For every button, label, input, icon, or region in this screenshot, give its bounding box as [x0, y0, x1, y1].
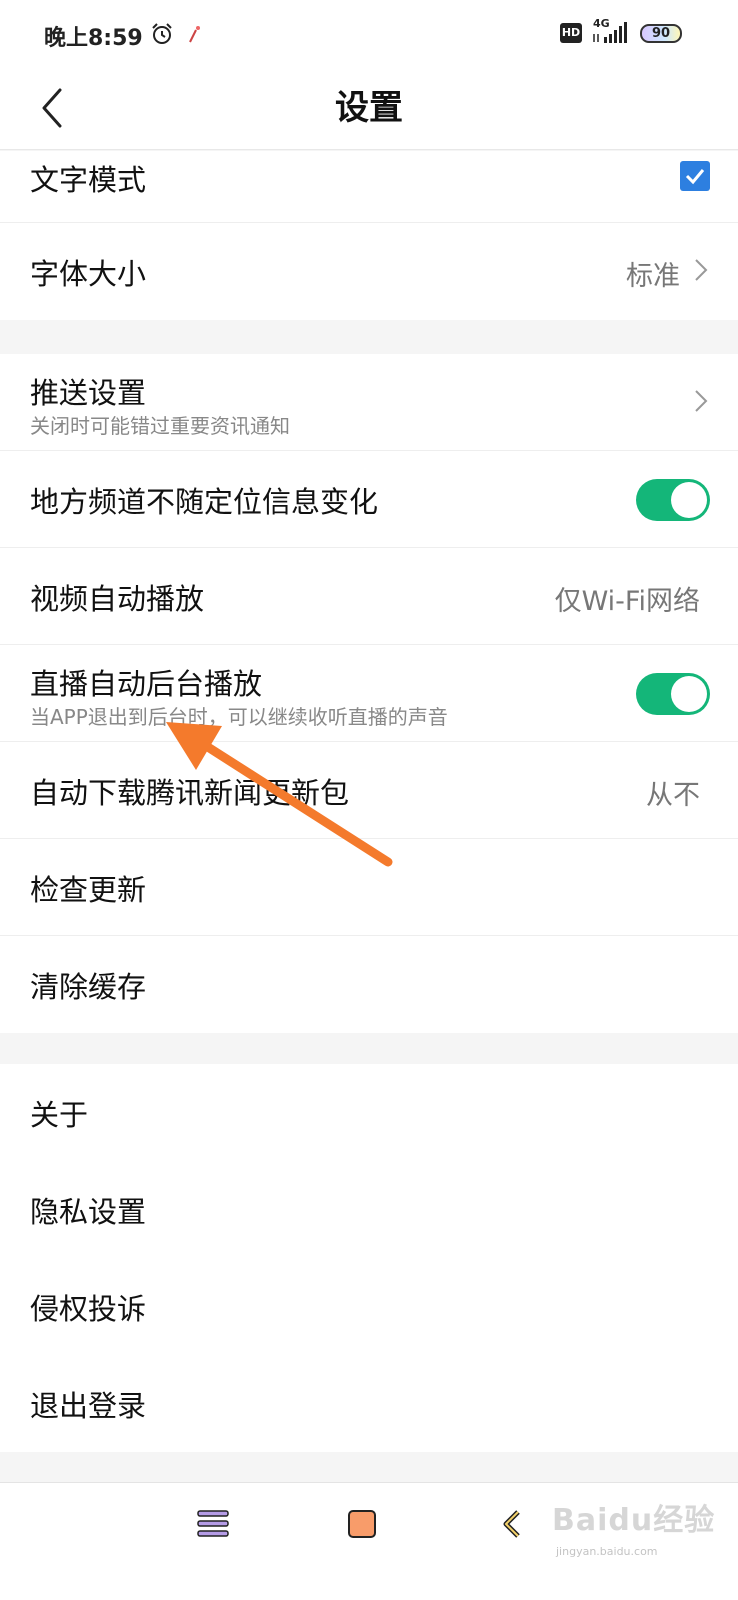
- row-label: 地方频道不随定位信息变化: [30, 485, 379, 519]
- video-autoplay-value: 仅Wi-Fi网络: [554, 586, 700, 617]
- row-check-update[interactable]: 检查更新: [0, 839, 738, 936]
- nav-back-icon[interactable]: [500, 1509, 524, 1539]
- row-font-size[interactable]: 字体大小 标准: [0, 223, 738, 320]
- chevron-right-icon: [695, 259, 708, 281]
- row-subtitle: 关闭时可能错过重要资讯通知: [30, 414, 290, 438]
- row-about[interactable]: 关于: [0, 1064, 738, 1161]
- row-logout[interactable]: 退出登录: [0, 1355, 738, 1452]
- chevron-right-icon: [695, 390, 708, 412]
- signal-strength-icon: [593, 22, 627, 43]
- notification-spark-icon: [189, 26, 200, 43]
- row-infringement[interactable]: 侵权投诉: [0, 1258, 738, 1355]
- row-label: 自动下载腾讯新闻更新包: [30, 776, 350, 810]
- row-label: 退出登录: [30, 1389, 147, 1423]
- menu-icon[interactable]: [196, 1507, 230, 1541]
- row-label: 文字模式: [30, 163, 147, 197]
- row-label: 侵权投诉: [30, 1292, 147, 1326]
- toggle-knob: [671, 676, 707, 712]
- row-live-background-play[interactable]: 直播自动后台播放 当APP退出到后台时，可以继续收听直播的声音: [0, 645, 738, 742]
- local-channel-toggle[interactable]: [636, 479, 710, 521]
- home-button[interactable]: [348, 1510, 376, 1538]
- row-label: 清除缓存: [30, 970, 147, 1004]
- row-label: 推送设置: [30, 376, 147, 410]
- row-auto-download-update[interactable]: 自动下载腾讯新闻更新包 从不: [0, 742, 738, 839]
- row-text-mode[interactable]: 文字模式: [0, 151, 738, 223]
- live-background-toggle[interactable]: [636, 673, 710, 715]
- row-label: 关于: [30, 1098, 89, 1132]
- toggle-knob: [671, 482, 707, 518]
- text-mode-checkbox[interactable]: [680, 161, 710, 191]
- row-label: 直播自动后台播放: [30, 667, 263, 701]
- baidu-watermark: Baidu经验: [552, 1503, 716, 1538]
- row-label: 隐私设置: [30, 1195, 147, 1229]
- settings-section-display: 文字模式 字体大小 标准: [0, 151, 738, 320]
- row-subtitle: 当APP退出到后台时，可以继续收听直播的声音: [30, 705, 448, 729]
- page-title: 设置: [335, 88, 403, 128]
- system-nav-bar: Baidu经验 jingyan.baidu.com: [0, 1482, 738, 1600]
- hd-badge: HD: [560, 23, 582, 43]
- row-label: 检查更新: [30, 873, 147, 907]
- settings-section-general: 推送设置 关闭时可能错过重要资讯通知 地方频道不随定位信息变化 视频自动播放 仅…: [0, 354, 738, 1033]
- navigation-bar: 设置: [0, 68, 738, 150]
- row-local-channel[interactable]: 地方频道不随定位信息变化: [0, 451, 738, 548]
- auto-download-value: 从不: [646, 780, 700, 811]
- row-privacy[interactable]: 隐私设置: [0, 1161, 738, 1258]
- status-time: 晚上8:59: [44, 26, 143, 51]
- settings-section-account: 关于 隐私设置 侵权投诉 退出登录: [0, 1064, 738, 1452]
- alarm-clock-icon: [152, 23, 172, 44]
- row-label: 视频自动播放: [30, 582, 205, 616]
- checkmark-icon: [685, 169, 705, 185]
- row-push-settings[interactable]: 推送设置 关闭时可能错过重要资讯通知: [0, 354, 738, 451]
- row-video-autoplay[interactable]: 视频自动播放 仅Wi-Fi网络: [0, 548, 738, 645]
- status-bar: 晚上8:59 HD 4G 90: [0, 0, 738, 68]
- watermark-url: jingyan.baidu.com: [556, 1545, 658, 1558]
- battery-indicator: 90: [640, 24, 682, 43]
- font-size-value: 标准: [626, 261, 680, 292]
- row-label: 字体大小: [30, 257, 147, 291]
- row-clear-cache[interactable]: 清除缓存: [0, 936, 738, 1033]
